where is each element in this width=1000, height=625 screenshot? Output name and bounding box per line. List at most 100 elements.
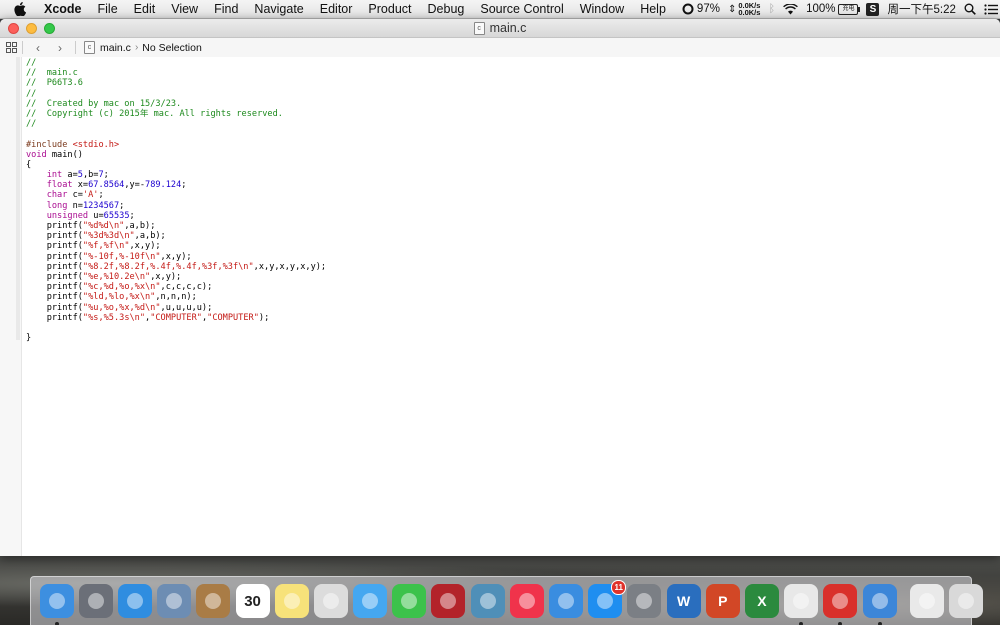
facetime-icon bbox=[401, 593, 418, 609]
related-items-grid-icon[interactable] bbox=[4, 41, 18, 55]
editor-gutter[interactable] bbox=[0, 57, 22, 556]
dock-item-trash[interactable] bbox=[948, 584, 983, 618]
dock-item-notes[interactable] bbox=[274, 584, 309, 618]
messages-icon bbox=[362, 593, 379, 609]
code-token: main() bbox=[46, 149, 83, 160]
code-token: { bbox=[26, 159, 32, 170]
dock-item-itunes[interactable] bbox=[509, 584, 544, 618]
rocket-icon bbox=[87, 593, 104, 609]
code-line[interactable]: // Copyright (c) 2015年 mac. All rights r… bbox=[26, 109, 326, 119]
wifi-icon[interactable] bbox=[783, 3, 798, 15]
code-line[interactable]: // P66T3.6 bbox=[26, 78, 326, 88]
dock-item-messages[interactable] bbox=[353, 584, 388, 618]
dock-item-facetime[interactable] bbox=[392, 584, 427, 618]
code-line[interactable]: // Created by mac on 15/3/23. bbox=[26, 99, 326, 109]
zoom-window-button[interactable] bbox=[44, 22, 55, 34]
dock-item-preview[interactable] bbox=[157, 584, 192, 618]
dock-item-downloads-preview[interactable] bbox=[909, 584, 944, 618]
code-token: printf( bbox=[26, 302, 83, 313]
code-line[interactable]: // bbox=[26, 119, 326, 129]
menu-help[interactable]: Help bbox=[632, 2, 674, 16]
code-line[interactable]: long n=1234567; bbox=[26, 201, 326, 211]
forward-chevron-icon[interactable]: › bbox=[53, 41, 67, 55]
bluetooth-icon[interactable]: ᛒ bbox=[768, 3, 775, 15]
code-line[interactable]: printf("%8.2f,%8.2f,%.4f,%.4f,%3f,%3f\n"… bbox=[26, 262, 326, 272]
menu-view[interactable]: View bbox=[163, 2, 206, 16]
dock-item-calendar[interactable]: 30 bbox=[235, 584, 270, 618]
menu-app-name[interactable]: Xcode bbox=[36, 2, 90, 16]
code-token: 1234567 bbox=[82, 200, 120, 211]
code-line[interactable]: printf("%d%d\n",a,b); bbox=[26, 221, 326, 231]
close-window-button[interactable] bbox=[8, 22, 19, 34]
sync-status[interactable]: 97% bbox=[682, 3, 720, 15]
clock[interactable]: 周一下午5:22 bbox=[887, 1, 955, 17]
menu-window[interactable]: Window bbox=[572, 2, 632, 16]
s-app-icon[interactable]: S bbox=[866, 2, 880, 16]
dock-item-reminders[interactable] bbox=[313, 584, 348, 618]
code-line[interactable]: float x=67.8564,y=-789.124; bbox=[26, 180, 326, 190]
battery-status[interactable]: 100% 充电 bbox=[806, 3, 861, 15]
dock-item-iphoto[interactable] bbox=[470, 584, 505, 618]
source-editor[interactable]: //// main.c// P66T3.6//// Created by mac… bbox=[0, 57, 1000, 556]
dock-item-app-store[interactable]: 11 bbox=[588, 580, 627, 618]
breadcrumb-file[interactable]: main.c bbox=[100, 42, 131, 54]
code-line[interactable]: // main.c bbox=[26, 68, 326, 78]
code-line[interactable]: printf("%u,%o,%x,%d\n",u,u,u,u); bbox=[26, 303, 326, 313]
dock-item-finder[interactable] bbox=[39, 584, 74, 625]
code-line[interactable]: printf("%s,%5.3s\n","COMPUTER","COMPUTER… bbox=[26, 313, 326, 323]
code-line[interactable]: unsigned u=65535; bbox=[26, 211, 326, 221]
code-token: // bbox=[26, 88, 37, 99]
menu-debug[interactable]: Debug bbox=[420, 2, 473, 16]
menu-find[interactable]: Find bbox=[206, 2, 246, 16]
excel-icon: X bbox=[757, 593, 767, 609]
dock-item-launchpad[interactable] bbox=[78, 584, 113, 618]
code-line[interactable]: printf("%e,%10.2e\n",x,y); bbox=[26, 272, 326, 282]
dock-item-netease-music[interactable] bbox=[823, 584, 858, 625]
menu-editor[interactable]: Editor bbox=[312, 2, 361, 16]
notes-icon bbox=[283, 593, 300, 609]
dock-item-system-preferences[interactable] bbox=[627, 584, 662, 618]
preview-icon bbox=[166, 593, 183, 609]
code-token: ,x,y); bbox=[150, 271, 182, 282]
dock-item-chrome[interactable] bbox=[784, 584, 819, 625]
dock-item-xcode[interactable] bbox=[862, 584, 897, 625]
code-line[interactable]: #include <stdio.h> bbox=[26, 140, 326, 150]
dock-item-excel[interactable]: X bbox=[744, 584, 779, 618]
network-speed[interactable]: ⇕ 0.0K/s 0.0K/s bbox=[728, 2, 761, 17]
code-line[interactable]: printf("%3d%3d\n",a,b); bbox=[26, 231, 326, 241]
menu-file[interactable]: File bbox=[90, 2, 126, 16]
spotlight-search-icon[interactable] bbox=[964, 3, 976, 15]
dock-item-photo-booth[interactable] bbox=[431, 584, 466, 618]
notification-center-icon[interactable] bbox=[984, 3, 998, 15]
dock-item-powerpoint[interactable]: P bbox=[705, 584, 740, 618]
window-titlebar[interactable]: c main.c bbox=[0, 19, 1000, 38]
code-line[interactable] bbox=[26, 129, 326, 139]
code-line[interactable]: } bbox=[26, 333, 326, 343]
code-line[interactable]: void main() bbox=[26, 150, 326, 160]
code-line[interactable]: // bbox=[26, 58, 326, 68]
apple-menu-icon[interactable] bbox=[14, 2, 26, 16]
menu-product[interactable]: Product bbox=[360, 2, 419, 16]
menu-edit[interactable]: Edit bbox=[126, 2, 164, 16]
code-text[interactable]: //// main.c// P66T3.6//// Created by mac… bbox=[26, 58, 326, 343]
dock-item-safari[interactable] bbox=[117, 584, 152, 618]
menu-source-control[interactable]: Source Control bbox=[472, 2, 571, 16]
code-line[interactable]: char c='A'; bbox=[26, 190, 326, 200]
code-line[interactable]: int a=5,b=7; bbox=[26, 170, 326, 180]
code-line[interactable]: printf("%ld,%lo,%x\n",n,n,n); bbox=[26, 292, 326, 302]
dock-item-ibooks[interactable] bbox=[549, 584, 584, 618]
code-line[interactable]: // bbox=[26, 89, 326, 99]
code-line[interactable]: printf("%c,%d,%o,%x\n",c,c,c,c); bbox=[26, 282, 326, 292]
code-token: ,x,y,x,y,x,y); bbox=[253, 261, 327, 272]
breadcrumb-selection[interactable]: No Selection bbox=[142, 42, 202, 54]
dock-item-contacts[interactable] bbox=[196, 584, 231, 618]
back-chevron-icon[interactable]: ‹ bbox=[31, 41, 45, 55]
code-line[interactable] bbox=[26, 323, 326, 333]
dock-item-word[interactable]: W bbox=[666, 584, 701, 618]
code-folding-ribbon[interactable] bbox=[16, 57, 20, 340]
code-line[interactable]: { bbox=[26, 160, 326, 170]
code-line[interactable]: printf("%f,%f\n",x,y); bbox=[26, 241, 326, 251]
menu-navigate[interactable]: Navigate bbox=[246, 2, 311, 16]
minimize-window-button[interactable] bbox=[26, 22, 37, 34]
code-line[interactable]: printf("%-10f,%-10f\n",x,y); bbox=[26, 252, 326, 262]
